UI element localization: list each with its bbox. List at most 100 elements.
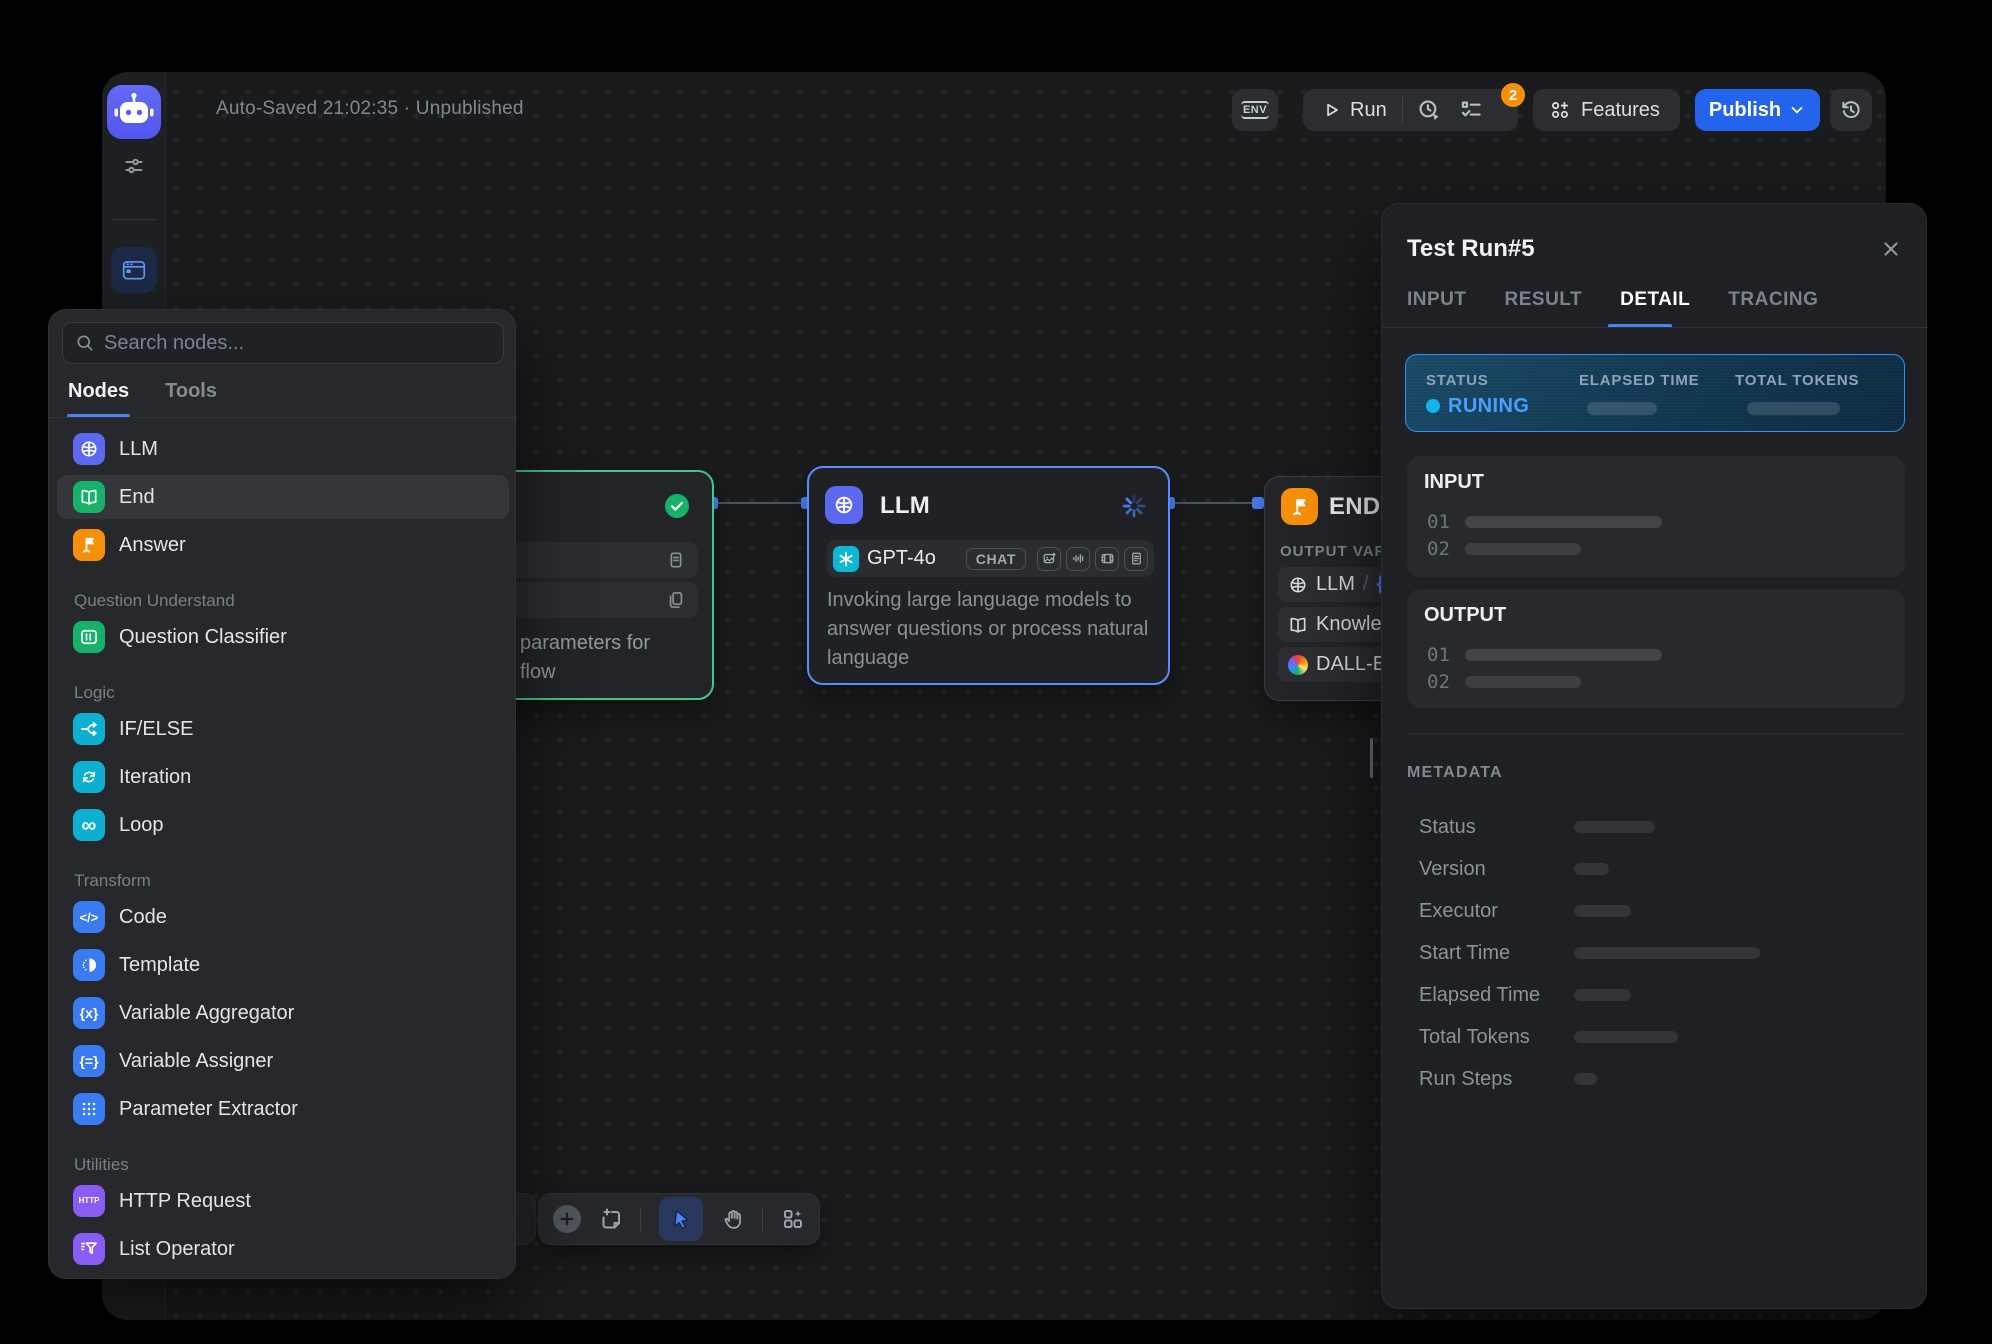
book-icon [1288, 615, 1308, 635]
metadata-label: Version [1419, 858, 1486, 881]
screen: parameters for flow LLM GPT-4o CHAT Invo… [0, 0, 1992, 1344]
node-item-iteration[interactable]: Iteration [57, 755, 509, 799]
search-input[interactable] [104, 332, 491, 355]
hand-tool-button[interactable] [721, 1207, 745, 1231]
classifier-icon [73, 621, 105, 653]
elapsed-time-label: ELAPSED TIME [1579, 372, 1699, 389]
section-header: Logic [74, 683, 509, 703]
io-row: 01 [1427, 644, 1662, 666]
organize-button[interactable] [781, 1207, 805, 1231]
node-item-variable-aggregator[interactable]: {x}Variable Aggregator [57, 991, 509, 1035]
checklist-icon[interactable] [1458, 97, 1484, 123]
node-item-label: IF/ELSE [119, 718, 193, 741]
metadata-row-executor: Executor [1419, 900, 1899, 920]
tab-tools[interactable]: Tools [165, 380, 217, 403]
history-icon [1839, 98, 1863, 122]
add-node-button[interactable] [553, 1205, 581, 1233]
run-tab-input[interactable]: INPUT [1407, 289, 1467, 311]
metadata-label: Elapsed Time [1419, 984, 1540, 1007]
preview-window-button[interactable] [111, 247, 157, 293]
status-value: RUNING [1448, 395, 1529, 418]
connector-handle[interactable] [1252, 497, 1264, 509]
node-item-template[interactable]: Template [57, 943, 509, 987]
elapsed-skeleton [1587, 402, 1657, 415]
node-item-answer[interactable]: Answer [57, 523, 509, 567]
run-group: Run 2 [1303, 89, 1518, 131]
metadata-skeleton [1574, 863, 1609, 875]
search-box [62, 322, 504, 364]
end-flag-icon [1281, 488, 1318, 525]
status-label: STATUS [1426, 372, 1489, 389]
doc-icon [1124, 547, 1148, 571]
chat-mode-badge: CHAT [966, 548, 1026, 570]
run-history-icon[interactable] [1416, 97, 1442, 123]
run-tab-detail[interactable]: DETAIL [1620, 289, 1690, 311]
node-item-label: List Operator [119, 1238, 235, 1261]
llm-node-description: Invoking large language models to answer… [827, 586, 1159, 673]
pointer-tool-button[interactable] [659, 1197, 703, 1241]
metadata-skeleton [1574, 1073, 1597, 1085]
value-skeleton [1465, 676, 1581, 688]
node-item-variable-assigner[interactable]: {=}Variable Assigner [57, 1039, 509, 1083]
row-index: 02 [1427, 538, 1450, 560]
run-tab-tracing[interactable]: TRACING [1728, 289, 1818, 311]
toolbar-divider [762, 1207, 763, 1231]
metadata-label: Executor [1419, 900, 1498, 923]
canvas-handle [1370, 738, 1373, 778]
node-item-question-classifier[interactable]: Question Classifier [57, 615, 509, 659]
run-panel-tabs: INPUT RESULT DETAIL TRACING [1407, 289, 1818, 311]
add-note-button[interactable] [599, 1207, 623, 1231]
app-logo[interactable] [107, 85, 161, 139]
http-icon: HTTP [73, 1185, 105, 1217]
close-icon[interactable] [1880, 238, 1902, 260]
node-item-label: Variable Aggregator [119, 1002, 294, 1025]
metadata-skeleton [1574, 821, 1655, 833]
settings-sliders-icon[interactable] [114, 146, 154, 186]
funnel-icon [73, 1233, 105, 1265]
node-item-label: End [119, 486, 155, 509]
template-icon [73, 949, 105, 981]
publish-label: Publish [1709, 99, 1781, 122]
metadata-label: Status [1419, 816, 1476, 839]
metadata-label: Total Tokens [1419, 1026, 1530, 1049]
node-item-label: HTTP Request [119, 1190, 251, 1213]
vareq-icon: {=} [73, 1045, 105, 1077]
model-selector[interactable]: GPT-4o CHAT [827, 540, 1154, 577]
node-item-parameter-extractor[interactable]: Parameter Extractor [57, 1087, 509, 1131]
model-name: GPT-4o [867, 547, 966, 570]
env-icon: ENV [1241, 101, 1269, 119]
node-item-code[interactable]: </>Code [57, 895, 509, 939]
features-icon [1549, 99, 1571, 121]
metadata-row-total-tokens: Total Tokens [1419, 1026, 1899, 1046]
metadata-row-start-time: Start Time [1419, 942, 1899, 962]
metadata-skeleton [1574, 989, 1631, 1001]
env-button[interactable]: ENV [1232, 89, 1278, 131]
image-plus-icon [1037, 547, 1061, 571]
version-history-button[interactable] [1830, 89, 1872, 131]
metadata-skeleton [1574, 1031, 1678, 1043]
node-item-http-request[interactable]: HTTP HTTP Request [57, 1179, 509, 1223]
features-button[interactable]: Features [1533, 89, 1680, 131]
metadata-row-status: Status [1419, 816, 1899, 836]
node-item-end[interactable]: End [57, 475, 509, 519]
tab-nodes[interactable]: Nodes [68, 380, 129, 403]
brain-icon [73, 433, 105, 465]
split-icon [73, 713, 105, 745]
edge-llm-end [1169, 502, 1264, 504]
node-item-loop[interactable]: ∞Loop [57, 803, 509, 847]
publish-button[interactable]: Publish [1695, 89, 1820, 131]
node-item-label: Parameter Extractor [119, 1098, 298, 1121]
io-row: 01 [1427, 511, 1662, 533]
node-item-llm[interactable]: LLM [57, 427, 509, 471]
checklist-badge: 2 [1501, 83, 1525, 107]
tabs-divider [49, 417, 517, 418]
run-tab-result[interactable]: RESULT [1505, 289, 1583, 311]
node-item-list-operator[interactable]: List Operator [57, 1227, 509, 1271]
llm-node[interactable]: LLM GPT-4o CHAT Invoking large language … [807, 466, 1170, 685]
chevron-down-icon [1788, 101, 1806, 119]
node-item-if-else[interactable]: IF/ELSE [57, 707, 509, 751]
dalle-icon [1288, 655, 1308, 675]
panel-title: Test Run#5 [1407, 235, 1535, 263]
run-button[interactable]: Run [1303, 99, 1387, 122]
node-item-label: Iteration [119, 766, 191, 789]
